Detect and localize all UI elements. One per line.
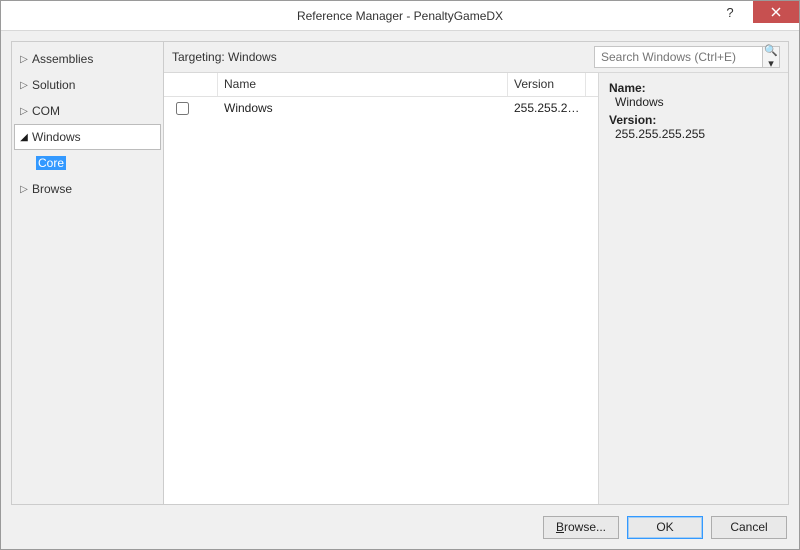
chevron-right-icon: ▷ [18,80,30,91]
help-icon: ? [726,5,733,20]
browse-button[interactable]: Browse... [543,516,619,539]
footer: Browse... OK Cancel [1,505,799,549]
sidebar-item-browse[interactable]: ▷ Browse [12,176,163,202]
titlebar: Reference Manager - PenaltyGameDX ? [1,1,799,31]
column-header-tail [586,73,598,96]
details-name-label: Name: [609,81,778,95]
reference-manager-window: Reference Manager - PenaltyGameDX ? ▷ As… [0,0,800,550]
ok-button[interactable]: OK [627,516,703,539]
row-name: Windows [218,101,508,115]
details-version-label: Version: [609,113,778,127]
targeting-label: Targeting: Windows [172,50,586,64]
details-version-value: 255.255.255.255 [609,127,778,141]
sidebar-item-label: COM [32,104,60,118]
chevron-right-icon: ▷ [18,106,30,117]
details-pane: Name: Windows Version: 255.255.255.255 [598,72,788,504]
list-row[interactable]: Windows 255.255.2… [164,97,598,119]
sidebar-item-label: Windows [32,130,81,144]
sidebar-item-windows[interactable]: ◢ Windows [14,124,161,150]
tree: ▷ Assemblies ▷ Solution ▷ COM ◢ Windows … [12,42,163,206]
sidebar-item-com[interactable]: ▷ COM [12,98,163,124]
list-header: Name Version [164,73,598,97]
titlebar-controls: ? [707,1,799,23]
details-name-value: Windows [609,95,778,109]
sidebar-item-label: Browse [32,182,72,196]
content-split: Name Version Windows 255.255.2… [164,72,788,504]
search-box: 🔍▾ [594,46,780,68]
sidebar-item-assemblies[interactable]: ▷ Assemblies [12,46,163,72]
row-version: 255.255.2… [508,101,598,115]
search-button[interactable]: 🔍▾ [762,47,779,67]
cancel-button[interactable]: Cancel [711,516,787,539]
search-icon: 🔍▾ [763,44,779,70]
sidebar-item-label: Core [36,156,66,170]
row-check-cell [164,102,218,115]
help-button[interactable]: ? [707,1,753,23]
chevron-right-icon: ▷ [18,184,30,195]
chevron-down-icon: ◢ [18,132,30,143]
center-pane: Targeting: Windows 🔍▾ Name Version [163,41,789,505]
list-body: Windows 255.255.2… [164,97,598,504]
sidebar-item-solution[interactable]: ▷ Solution [12,72,163,98]
sidebar-item-label: Solution [32,78,75,92]
close-icon [771,7,781,17]
sidebar-item-windows-core[interactable]: Core [12,150,163,176]
topbar: Targeting: Windows 🔍▾ [164,42,788,72]
row-checkbox[interactable] [176,102,189,115]
window-title: Reference Manager - PenaltyGameDX [1,9,799,23]
dialog-body: ▷ Assemblies ▷ Solution ▷ COM ◢ Windows … [1,31,799,505]
search-input[interactable] [595,50,762,64]
close-button[interactable] [753,1,799,23]
sidebar: ▷ Assemblies ▷ Solution ▷ COM ◢ Windows … [11,41,163,505]
column-header-version[interactable]: Version [508,73,586,96]
list-pane: Name Version Windows 255.255.2… [164,72,598,504]
chevron-right-icon: ▷ [18,54,30,65]
column-header-name[interactable]: Name [218,73,508,96]
column-header-check[interactable] [164,73,218,96]
sidebar-item-label: Assemblies [32,52,93,66]
